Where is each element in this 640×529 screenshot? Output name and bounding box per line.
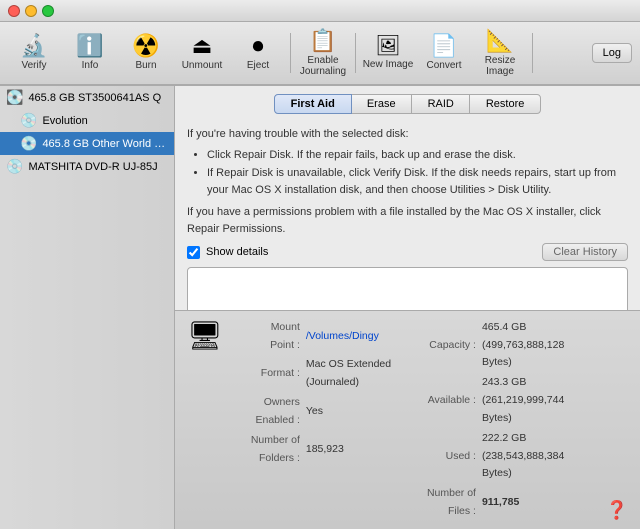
tab-erase[interactable]: Erase (350, 94, 413, 114)
files-value: 911,785 (480, 485, 584, 521)
mount-point-label: Mount Point : (245, 319, 302, 355)
permissions-note: If you have a permissions problem with a… (187, 204, 628, 237)
sidebar: 💽 465.8 GB ST3500641AS Q 💿 Evolution 💿 4… (0, 86, 175, 529)
convert-icon: 📄 (430, 35, 457, 57)
vol2-label: 465.8 GB Other World Com (42, 138, 168, 150)
toolbar-eject[interactable]: ⏺ Eject (232, 25, 284, 81)
tab-restore[interactable]: Restore (469, 94, 542, 114)
info-text-block: If you're having trouble with the select… (187, 126, 628, 237)
info-label: Info (82, 60, 99, 71)
toolbar-enable-journaling[interactable]: 📋 Enable Journaling (297, 25, 349, 81)
new-image-label: New Image (363, 59, 414, 70)
info-col-right: Capacity : 465.4 GB (499,763,888,128 Byt… (421, 317, 585, 523)
intro-text: If you're having trouble with the select… (187, 126, 628, 143)
files-label: Number of Files : (423, 485, 478, 521)
minimize-button[interactable] (25, 5, 37, 17)
disk1-label: 465.8 GB ST3500641AS Q (28, 92, 161, 104)
toolbar: 🔬 Verify ℹ️ Info ☢️ Burn ⏏ Unmount ⏺ Eje… (0, 22, 640, 86)
new-image-icon: 🖼 (375, 36, 400, 56)
verify-label: Verify (21, 60, 46, 71)
first-aid-panel: If you're having trouble with the select… (175, 118, 640, 310)
sidebar-item-vol1[interactable]: 💿 Evolution (0, 109, 174, 132)
available-label: Available : (423, 374, 478, 428)
folders-value: 185,923 (304, 432, 400, 468)
traffic-lights[interactable] (8, 5, 54, 17)
toolbar-verify[interactable]: 🔬 Verify (8, 25, 60, 81)
dvd1-icon: 💿 (6, 158, 23, 175)
toolbar-burn[interactable]: ☢️ Burn (120, 25, 172, 81)
used-value: 222.2 GB (238,543,888,384 Bytes) (480, 430, 584, 484)
help-icon[interactable]: ❓ (606, 500, 628, 521)
clear-history-button[interactable]: Clear History (542, 243, 628, 261)
unmount-icon: ⏏ (192, 35, 213, 57)
eject-label: Eject (247, 60, 269, 71)
toolbar-info[interactable]: ℹ️ Info (64, 25, 116, 81)
toolbar-separator (290, 33, 291, 73)
verify-icon: 🔬 (20, 35, 47, 57)
tab-raid[interactable]: RAID (411, 94, 471, 114)
info-bar: 🖥 Mount Point : /Volumes/Dingy Format : … (175, 310, 640, 529)
available-value: 243.3 GB (261,219,999,744 Bytes) (480, 374, 584, 428)
toolbar-separator2 (355, 33, 356, 73)
owners-value: Yes (304, 394, 400, 430)
vol2-icon: 💿 (20, 135, 37, 152)
toolbar-unmount[interactable]: ⏏ Unmount (176, 25, 228, 81)
vol1-label: Evolution (42, 115, 87, 127)
sidebar-item-dvd1[interactable]: 💿 MATSHITA DVD-R UJ-85J (0, 155, 174, 178)
sidebar-item-disk1[interactable]: 💽 465.8 GB ST3500641AS Q (0, 86, 174, 109)
content-area: First Aid Erase RAID Restore If you're h… (175, 86, 640, 529)
enable-journaling-label: Enable Journaling (297, 55, 349, 77)
toolbar-resize-image[interactable]: 📐 Resize Image (474, 25, 526, 81)
folders-label: Number of Folders : (245, 432, 302, 468)
info-col-left: Mount Point : /Volumes/Dingy Format : Ma… (243, 317, 402, 523)
convert-label: Convert (426, 60, 461, 71)
format-value: Mac OS Extended (Journaled) (304, 356, 400, 392)
disk1-icon: 💽 (6, 89, 23, 106)
capacity-value: 465.4 GB (499,763,888,128 Bytes) (480, 319, 584, 373)
owners-label: Owners Enabled : (245, 394, 302, 430)
burn-label: Burn (135, 60, 156, 71)
main-area: 💽 465.8 GB ST3500641AS Q 💿 Evolution 💿 4… (0, 86, 640, 529)
format-label: Format : (245, 356, 302, 392)
log-button[interactable]: Log (592, 43, 632, 63)
info-icon: ℹ️ (76, 35, 103, 57)
sidebar-item-vol2[interactable]: 💿 465.8 GB Other World Com (0, 132, 174, 155)
burn-icon: ☢️ (132, 35, 159, 57)
info-bar-columns: Mount Point : /Volumes/Dingy Format : Ma… (243, 317, 586, 523)
show-details-row: Show details Clear History (187, 243, 628, 261)
bullet-1: Click Repair Disk. If the repair fails, … (207, 147, 628, 164)
show-details-checkbox[interactable] (187, 246, 200, 259)
log-output-area (187, 267, 628, 310)
vol1-icon: 💿 (20, 112, 37, 129)
used-label: Used : (423, 430, 478, 484)
capacity-label: Capacity : (423, 319, 478, 373)
close-button[interactable] (8, 5, 20, 17)
mount-point-value[interactable]: /Volumes/Dingy (306, 330, 379, 342)
tab-bar: First Aid Erase RAID Restore (175, 86, 640, 118)
journaling-icon: 📋 (309, 30, 336, 52)
volume-icon: 🖥 (187, 319, 223, 352)
tab-first-aid[interactable]: First Aid (274, 94, 352, 114)
resize-icon: 📐 (486, 30, 513, 52)
unmount-label: Unmount (182, 60, 223, 71)
show-details-label: Show details (206, 246, 268, 258)
dvd1-label: MATSHITA DVD-R UJ-85J (28, 161, 157, 173)
resize-image-label: Resize Image (474, 55, 526, 77)
bullet-2: If Repair Disk is unavailable, click Ver… (207, 165, 628, 198)
toolbar-separator3 (532, 33, 533, 73)
toolbar-convert[interactable]: 📄 Convert (418, 25, 470, 81)
maximize-button[interactable] (42, 5, 54, 17)
toolbar-new-image[interactable]: 🖼 New Image (362, 25, 414, 81)
titlebar (0, 0, 640, 22)
eject-icon: ⏺ (252, 35, 263, 57)
